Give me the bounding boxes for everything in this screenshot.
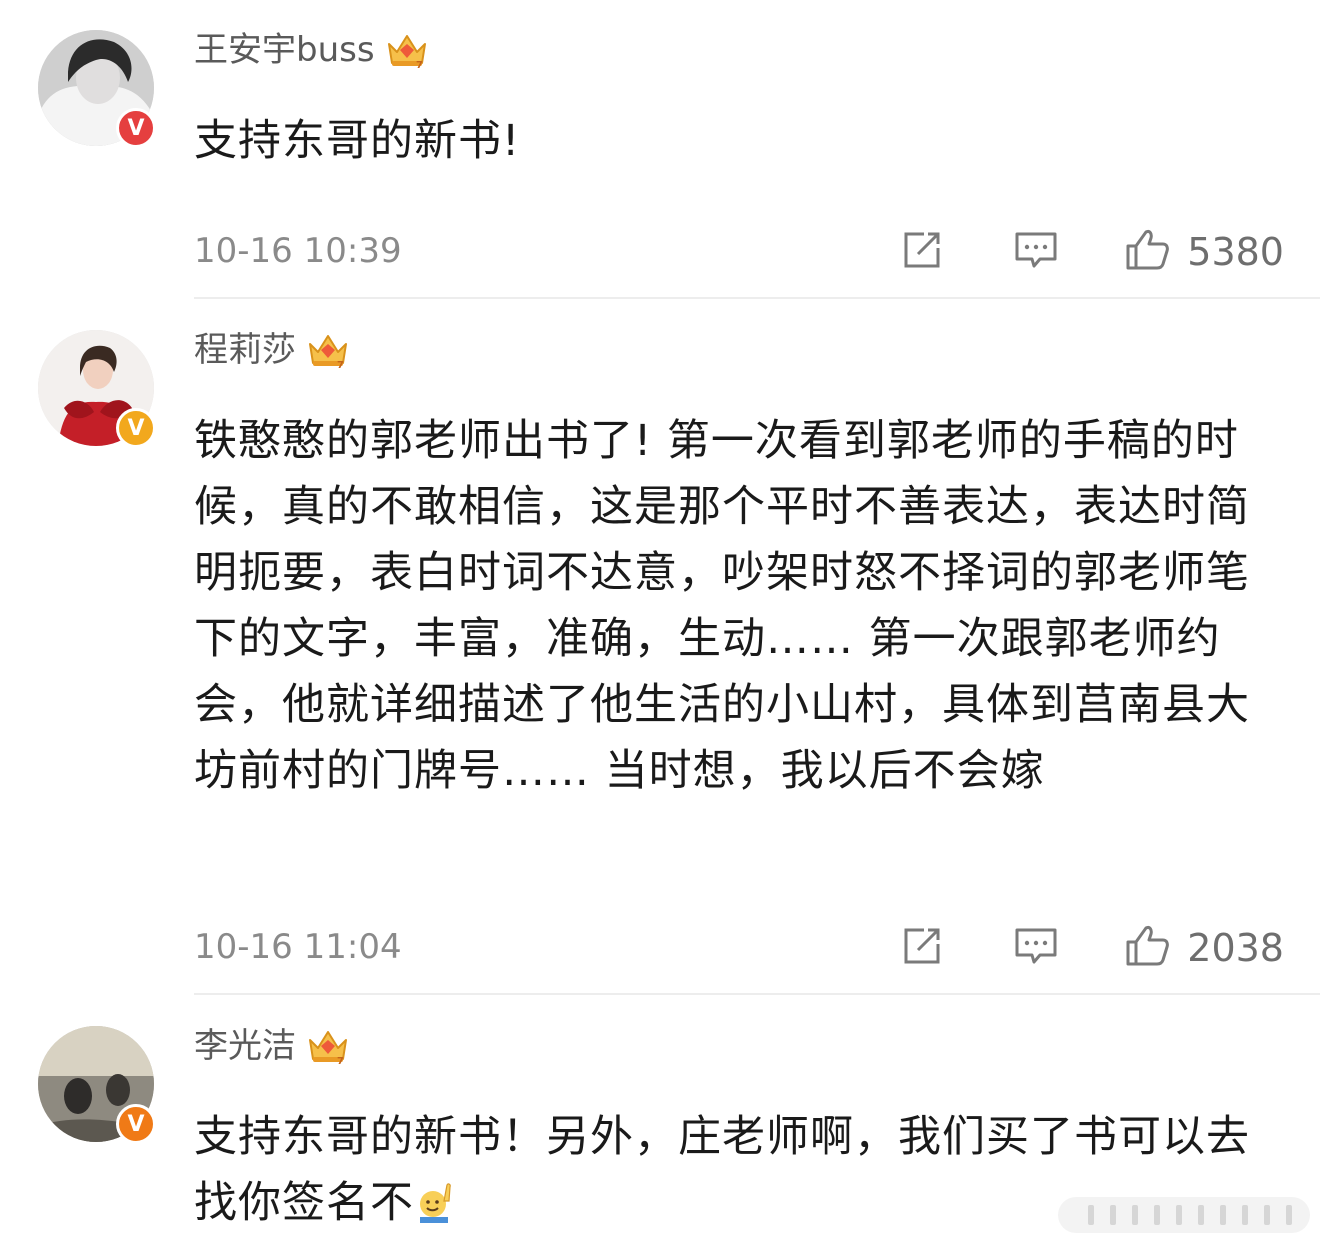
- thumbs-up-icon[interactable]: [1124, 226, 1172, 274]
- share-icon[interactable]: [898, 226, 946, 274]
- user-name[interactable]: 程莉莎: [194, 330, 296, 370]
- crown-icon: [385, 30, 429, 70]
- raising-hand-emoji: [420, 1183, 451, 1223]
- user-name[interactable]: 王安宇buss: [194, 30, 375, 70]
- avatar[interactable]: V: [38, 30, 156, 148]
- comment-meta: 10-16 10:39 5380: [194, 226, 1284, 276]
- verified-badge: V: [116, 1104, 156, 1144]
- thumbs-up-icon[interactable]: [1124, 922, 1172, 970]
- divider: [194, 297, 1320, 299]
- verified-badge: V: [116, 108, 156, 148]
- share-icon[interactable]: [898, 922, 946, 970]
- comment-text: 支持东哥的新书!: [194, 116, 521, 166]
- comment-text: 铁憨憨的郭老师出书了! 第一次看到郭老师的手稿的时候，真的不敢相信，这是那个平时…: [194, 416, 1250, 796]
- like-count: 2038: [1187, 926, 1284, 970]
- divider: [194, 993, 1320, 995]
- avatar[interactable]: V: [38, 1026, 156, 1144]
- like-count: 5380: [1187, 230, 1284, 274]
- scroll-indicator: [1058, 1197, 1310, 1233]
- comment-time: 10-16 11:04: [194, 927, 402, 967]
- comment-icon[interactable]: [1012, 226, 1060, 274]
- avatar[interactable]: V: [38, 330, 156, 448]
- crown-icon: [306, 330, 350, 370]
- comment-time: 10-16 10:39: [194, 231, 402, 271]
- verified-badge: V: [116, 408, 156, 448]
- user-name[interactable]: 李光洁: [194, 1026, 296, 1066]
- comment-icon[interactable]: [1012, 922, 1060, 970]
- comment-meta: 10-16 11:04 2038: [194, 922, 1284, 972]
- crown-icon: [306, 1026, 350, 1066]
